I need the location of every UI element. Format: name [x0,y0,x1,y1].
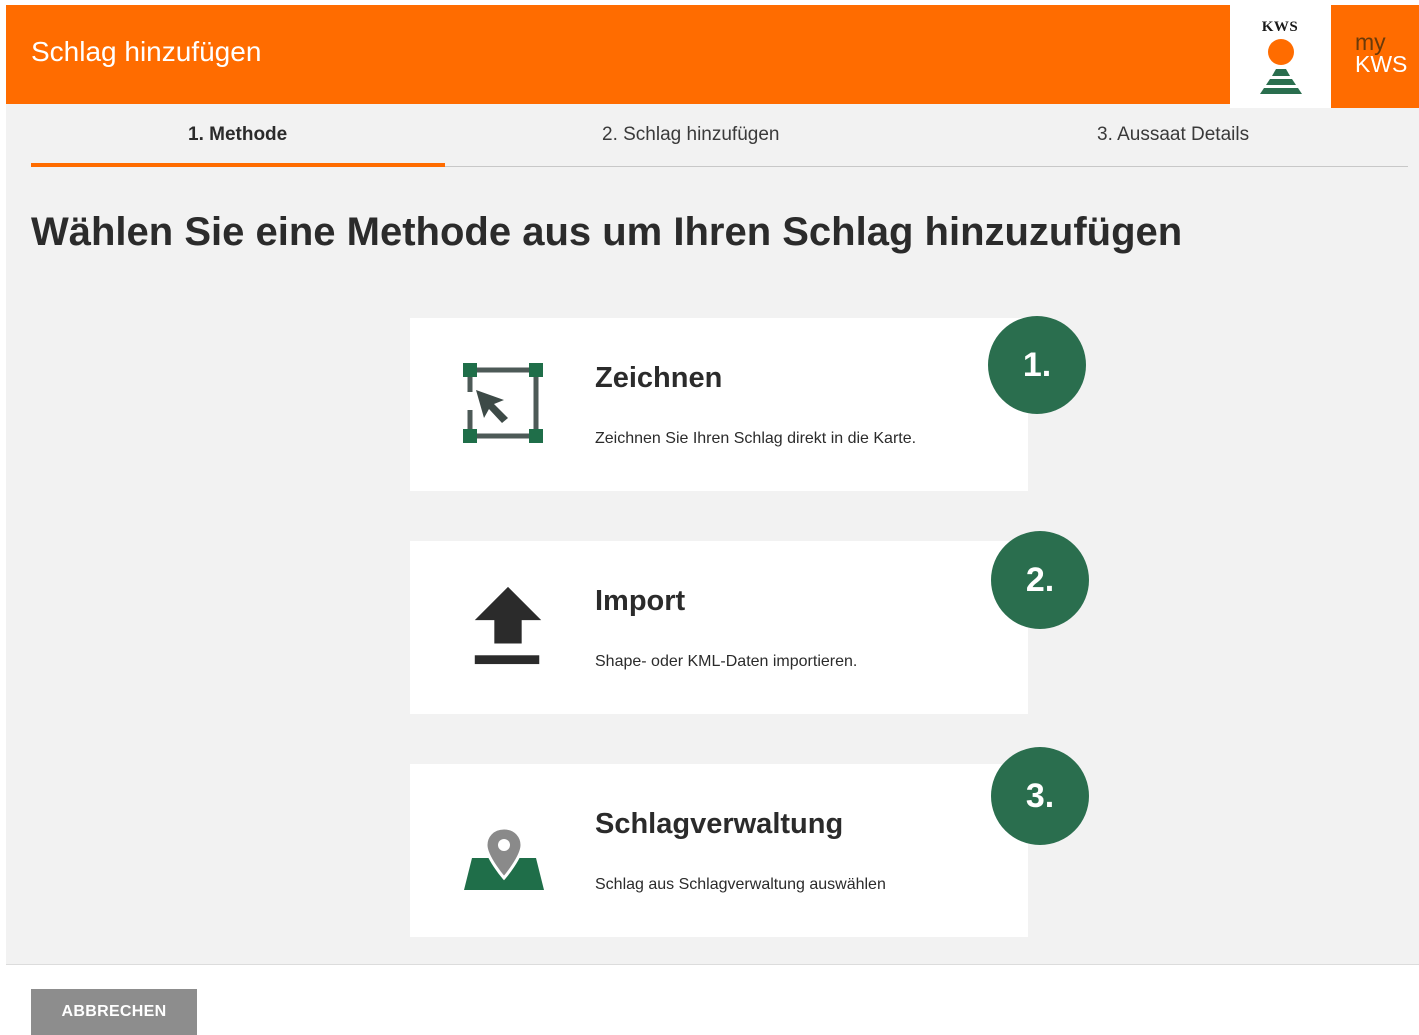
method-title-import: Import [595,585,686,617]
kws-logo[interactable]: KWS [1230,5,1331,108]
step-aussaat-details[interactable]: 3. Aussaat Details [1097,124,1249,146]
step-methode[interactable]: 1. Methode [188,124,287,146]
method-description-schlagverwaltung: Schlag aus Schlagverwaltung auswählen [595,876,886,893]
method-title-schlagverwaltung: Schlagverwaltung [595,808,844,840]
method-card-zeichnen[interactable]: Zeichnen Zeichnen Sie Ihren Schlag direk… [410,318,1028,491]
method-description-zeichnen: Zeichnen Sie Ihren Schlag direkt in die … [595,430,917,447]
page-header-title: Schlag hinzufügen [31,36,262,67]
header-bar: Schlag hinzufügen [6,5,1230,104]
mykws-button[interactable]: my KWS [1331,5,1419,108]
method-title-zeichnen: Zeichnen [595,362,723,394]
step-schlag-hinzufuegen[interactable]: 2. Schlag hinzufügen [602,124,779,146]
page-title: Wählen Sie eine Methode aus um Ihren Sch… [31,210,1183,254]
stepper: 1. Methode 2. Schlag hinzufügen 3. Aussa… [31,108,1408,167]
kws-emblem-icon [1260,39,1302,94]
mykws-kws-text: KWS [1355,51,1408,77]
step-badge-2: 2. [991,531,1089,629]
footer-divider [6,964,1419,965]
mykws-label: my KWS [1355,29,1408,77]
active-step-indicator [31,163,445,167]
method-card-schlagverwaltung[interactable]: Schlagverwaltung Schlag aus Schlagverwal… [410,764,1028,937]
cancel-button[interactable]: ABBRECHEN [31,989,197,1035]
map-pin-icon [464,826,544,890]
method-description-import: Shape- oder KML-Daten importieren. [595,653,858,670]
step-badge-3: 3. [991,747,1089,845]
method-card-import[interactable]: Import Shape- oder KML-Daten importieren… [410,541,1028,714]
kws-logo-text: KWS [1261,19,1299,35]
upload-icon [474,586,542,665]
step-badge-1: 1. [988,316,1086,414]
draw-polygon-icon [463,363,543,443]
mykws-my-text: my [1355,29,1386,55]
